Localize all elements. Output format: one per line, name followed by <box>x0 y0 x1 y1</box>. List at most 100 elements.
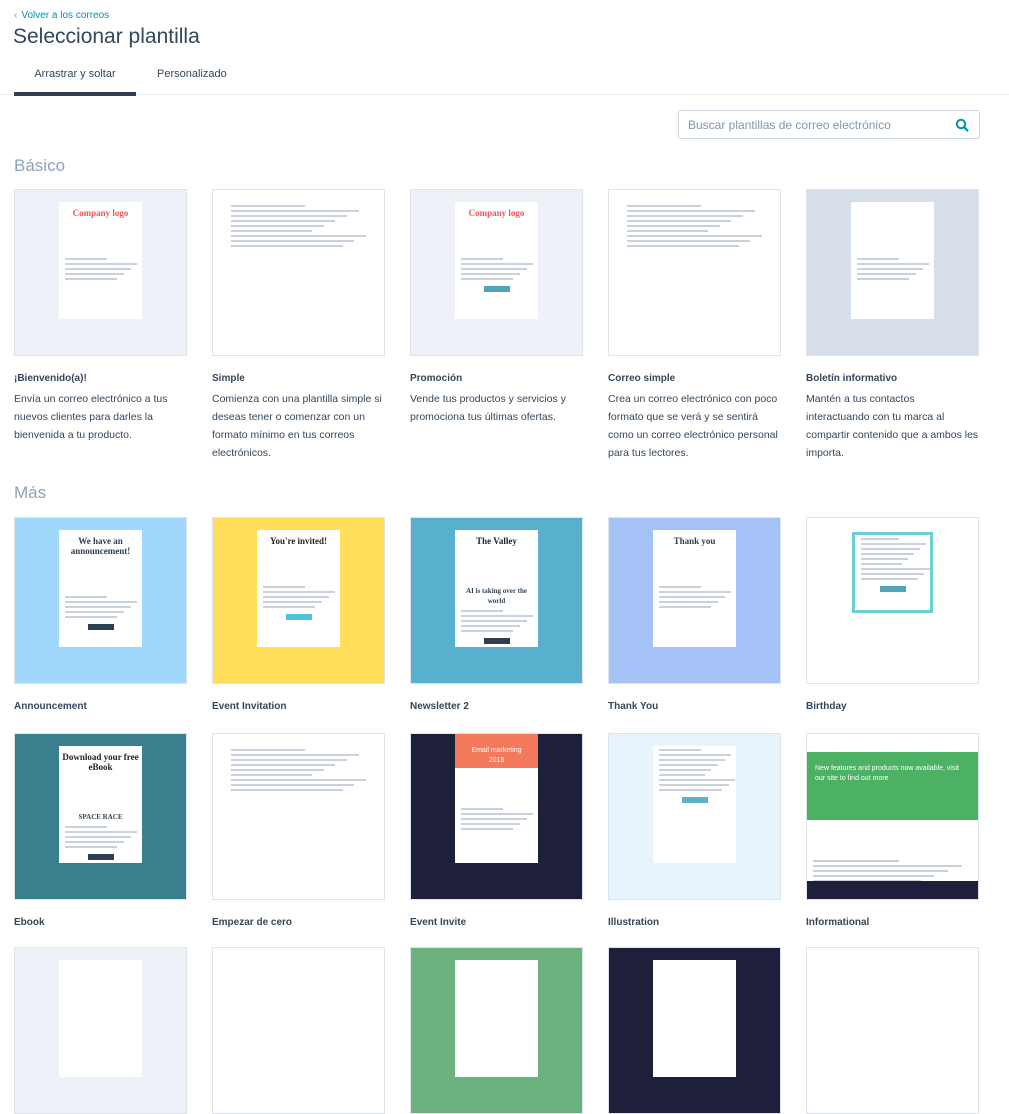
text-line <box>659 789 723 791</box>
template-thumbnail[interactable]: We have an announcement! <box>14 517 187 684</box>
template-thumbnail[interactable]: You're invited! <box>212 517 385 684</box>
email-header-band: New features and products now available,… <box>807 752 978 820</box>
text-line <box>231 749 305 751</box>
template-card[interactable]: We have an announcement! Announcement <box>14 517 187 712</box>
email-subheading: AI is taking over the world <box>466 587 527 605</box>
template-card[interactable]: Illustration <box>608 733 781 928</box>
template-card[interactable] <box>608 947 781 1114</box>
template-thumbnail[interactable] <box>212 189 385 356</box>
text-line <box>461 823 520 825</box>
template-name: Promoción <box>410 373 463 384</box>
tab-drag-and-drop[interactable]: Arrastrar y soltar <box>14 68 136 96</box>
template-card[interactable] <box>212 947 385 1114</box>
text-line <box>813 875 935 877</box>
template-card[interactable]: Thank you Thank You <box>608 517 781 712</box>
text-line <box>659 769 712 771</box>
template-thumbnail[interactable] <box>806 517 979 684</box>
template-thumbnail[interactable]: Company logo <box>410 189 583 356</box>
template-thumbnail[interactable]: The Valley AI is taking over the world <box>410 517 583 684</box>
template-name: ¡Bienvenido(a)! <box>14 373 87 384</box>
text-line <box>659 779 736 781</box>
text-line <box>461 268 527 270</box>
text-line <box>659 606 712 608</box>
email-preview: We have an announcement! <box>59 530 142 647</box>
email-heading: Company logo <box>468 208 525 218</box>
text-line <box>861 543 927 545</box>
text-line <box>231 779 367 781</box>
template-name: Informational <box>806 917 870 928</box>
email-button <box>483 638 510 644</box>
text-line <box>659 764 718 766</box>
template-card[interactable]: New features and products now available,… <box>806 733 979 928</box>
template-thumbnail[interactable] <box>608 733 781 900</box>
text-line <box>461 610 503 612</box>
template-card[interactable]: Download your free eBook SPACE RACE Ebook <box>14 733 187 928</box>
text-line <box>263 606 316 608</box>
back-link-label: Volver a los correos <box>21 10 110 21</box>
template-card[interactable]: Simple Comienza con una plantilla simple … <box>212 189 385 462</box>
text-line <box>461 615 534 617</box>
text-line <box>861 553 915 555</box>
template-card[interactable]: Empezar de cero <box>212 733 385 928</box>
template-card[interactable] <box>410 947 583 1114</box>
template-thumbnail[interactable]: Company logo <box>806 189 979 356</box>
template-name: Newsletter 2 <box>410 701 469 712</box>
email-button <box>879 586 906 592</box>
template-card[interactable]: Birthday <box>806 517 979 712</box>
template-thumbnail[interactable]: Email marketing 2018 <box>410 733 583 900</box>
template-name: Correo simple <box>608 373 676 384</box>
email-preview: Company logo <box>455 202 538 319</box>
search-icon[interactable] <box>955 118 969 132</box>
email-heading: Company logo <box>864 208 921 218</box>
template-thumbnail[interactable] <box>806 947 979 1114</box>
email-preview: Company logo <box>851 202 934 319</box>
text-line <box>857 278 910 280</box>
text-line <box>231 764 336 766</box>
template-thumbnail[interactable]: Company logo <box>14 189 187 356</box>
text-line <box>627 230 708 232</box>
email-preview: Download your free eBook SPACE RACE <box>59 746 142 863</box>
search-input[interactable] <box>679 111 939 138</box>
text-line <box>231 205 305 207</box>
email-heading: You're invited! <box>269 536 328 546</box>
back-to-emails-link[interactable]: ‹ Volver a los correos <box>14 10 109 21</box>
template-thumbnail[interactable] <box>608 189 781 356</box>
text-line <box>861 548 921 550</box>
template-card[interactable]: You're invited! Event Invitation <box>212 517 385 712</box>
email-preview: You're invited! <box>257 530 340 647</box>
template-card[interactable]: Email marketing 2018 Event Invite <box>410 733 583 928</box>
text-line <box>461 273 520 275</box>
text-line <box>231 769 324 771</box>
template-thumbnail[interactable] <box>212 733 385 900</box>
template-name: Illustration <box>608 917 660 928</box>
template-thumbnail[interactable] <box>212 947 385 1114</box>
text-line <box>65 836 131 838</box>
tab-custom[interactable]: Personalizado <box>157 68 227 80</box>
text-line <box>231 225 324 227</box>
template-card[interactable] <box>806 947 979 1114</box>
template-thumbnail[interactable]: Download your free eBook SPACE RACE <box>14 733 187 900</box>
template-thumbnail[interactable] <box>410 947 583 1114</box>
template-thumbnail[interactable] <box>608 947 781 1114</box>
text-line <box>627 240 751 242</box>
email-preview: Email marketing 2018 <box>455 734 538 863</box>
text-line <box>65 601 138 603</box>
template-card[interactable]: The Valley AI is taking over the world New… <box>410 517 583 712</box>
template-thumbnail[interactable]: New features and products now available,… <box>806 733 979 900</box>
email-button <box>285 614 312 620</box>
text-line <box>659 596 725 598</box>
chevron-left-icon: ‹ <box>14 10 18 21</box>
text-line <box>627 220 732 222</box>
template-name: Event Invitation <box>212 701 287 712</box>
template-card[interactable]: Correo simple Crea un correo electrónico … <box>608 189 781 462</box>
template-card[interactable]: Company logo Boletín informativo Mantén a … <box>806 189 979 462</box>
template-card[interactable]: Company logo ¡Bienvenido(a)! Envía un corr… <box>14 189 187 444</box>
template-thumbnail[interactable] <box>14 947 187 1114</box>
email-preview <box>225 960 372 1077</box>
text-line <box>659 774 705 776</box>
template-card[interactable] <box>14 947 187 1114</box>
template-card[interactable]: Company logo Promoción Vende tus productos… <box>410 189 583 426</box>
text-line <box>813 865 962 867</box>
template-description: Mantén a tus contactos interactuando con… <box>806 393 979 459</box>
template-thumbnail[interactable]: Thank you <box>608 517 781 684</box>
